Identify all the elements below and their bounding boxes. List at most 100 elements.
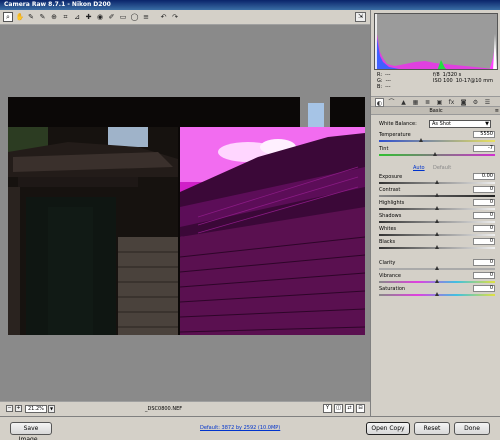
fullscreen-toggle-button[interactable]: ⇲ bbox=[355, 12, 366, 22]
effects-tab-icon[interactable]: fx bbox=[447, 98, 456, 107]
vibrance-thumb[interactable] bbox=[435, 279, 439, 283]
presets-tab-icon[interactable]: ⚙ bbox=[471, 98, 480, 107]
histogram bbox=[374, 13, 498, 70]
canvas-status-bar: − + 21.2% ▼ _DSC0800.NEF Y ◫ ⇄ ⊟ bbox=[0, 401, 370, 416]
adjustment-brush-button[interactable]: ✐ bbox=[107, 12, 117, 22]
whites-thumb[interactable] bbox=[435, 232, 439, 236]
basic-section-header: Basic ≡ bbox=[371, 107, 500, 115]
white-balance-value: As Shot bbox=[432, 121, 451, 127]
clarity-value[interactable]: 0 bbox=[473, 259, 495, 266]
exposure-thumb[interactable] bbox=[435, 180, 439, 184]
vibrance-value[interactable]: 0 bbox=[473, 272, 495, 279]
straighten-tool-button[interactable]: ⊿ bbox=[72, 12, 82, 22]
tint-slider[interactable]: Tint -7 bbox=[379, 145, 495, 159]
default-link[interactable]: Default bbox=[433, 165, 451, 171]
done-button[interactable]: Done bbox=[454, 422, 490, 435]
temperature-value[interactable]: 5550 bbox=[473, 131, 495, 138]
rotate-cw-button[interactable]: ↷ bbox=[170, 12, 180, 22]
temperature-slider[interactable]: Temperature 5550 bbox=[379, 131, 495, 145]
red-eye-tool-button[interactable]: ◉ bbox=[95, 12, 105, 22]
hsl-tab-icon[interactable]: ▦ bbox=[411, 98, 420, 107]
saturation-value[interactable]: 0 bbox=[473, 285, 495, 292]
saturation-thumb[interactable] bbox=[435, 292, 439, 296]
shadows-thumb[interactable] bbox=[435, 219, 439, 223]
before-after-button[interactable]: ◫ bbox=[334, 404, 343, 413]
vibrance-label: Vibrance bbox=[379, 273, 401, 279]
blacks-label: Blacks bbox=[379, 239, 396, 245]
zoom-dropdown-button[interactable]: ▼ bbox=[48, 405, 55, 413]
graduated-filter-button[interactable]: ▭ bbox=[118, 12, 128, 22]
camera-calibration-tab-icon[interactable]: ◙ bbox=[459, 98, 468, 107]
spot-removal-tool-button[interactable]: ✚ bbox=[84, 12, 94, 22]
zoom-in-button[interactable]: + bbox=[15, 405, 22, 412]
saturation-slider[interactable]: Saturation 0 bbox=[379, 285, 495, 299]
blacks-thumb[interactable] bbox=[435, 245, 439, 249]
hand-tool-button[interactable]: ✋ bbox=[15, 12, 25, 22]
tint-track bbox=[379, 154, 495, 156]
exif-readout: f/8 1/320 s ISO 100 10-17@10 mm bbox=[433, 72, 493, 84]
shadows-value[interactable]: 0 bbox=[473, 212, 495, 219]
b-value: --- bbox=[385, 84, 391, 90]
tint-thumb[interactable] bbox=[432, 152, 437, 156]
temperature-thumb[interactable] bbox=[418, 138, 423, 142]
targeted-adjustment-tool-button[interactable]: ⊕ bbox=[49, 12, 59, 22]
view-mode-button[interactable]: Y bbox=[323, 404, 332, 413]
highlights-value[interactable]: 0 bbox=[473, 199, 495, 206]
photo-image bbox=[8, 97, 365, 335]
workflow-options-link[interactable]: Default: 3872 by 2592 (10.0MP) bbox=[200, 425, 280, 431]
white-balance-tool-button[interactable]: ✎ bbox=[26, 12, 36, 22]
zoom-out-button[interactable]: − bbox=[6, 405, 13, 412]
b-label: B: bbox=[377, 84, 383, 90]
section-title: Basic bbox=[429, 108, 443, 114]
contrast-value[interactable]: 0 bbox=[473, 186, 495, 193]
save-image-button[interactable]: Save Image... bbox=[10, 422, 52, 440]
blacks-slider[interactable]: Blacks 0 bbox=[379, 238, 495, 252]
blacks-value[interactable]: 0 bbox=[473, 238, 495, 245]
white-balance-label: White Balance: bbox=[379, 121, 417, 127]
clarity-thumb[interactable] bbox=[435, 266, 439, 270]
whites-label: Whites bbox=[379, 226, 397, 232]
radial-filter-button[interactable]: ◯ bbox=[130, 12, 140, 22]
exposure-value[interactable]: 0.00 bbox=[473, 173, 495, 180]
contrast-thumb[interactable] bbox=[435, 193, 439, 197]
color-sampler-tool-button[interactable]: ✎ bbox=[38, 12, 48, 22]
snapshots-tab-icon[interactable]: ☰ bbox=[483, 98, 492, 107]
shadows-label: Shadows bbox=[379, 213, 402, 219]
zoom-level-field[interactable]: 21.2% bbox=[25, 405, 47, 413]
highlights-label: Highlights bbox=[379, 200, 405, 206]
clarity-label: Clarity bbox=[379, 260, 396, 266]
lens-corrections-tab-icon[interactable]: ▣ bbox=[435, 98, 444, 107]
toggle-settings-button[interactable]: ⊟ bbox=[356, 404, 365, 413]
tone-curve-tab-icon[interactable]: ⌒ bbox=[387, 98, 396, 107]
section-menu-icon[interactable]: ≡ bbox=[495, 107, 499, 115]
adjustments-panel: R: --- G: --- B: --- f/8 1/320 s ISO 100 10-1… bbox=[370, 10, 500, 416]
rotate-ccw-button[interactable]: ↶ bbox=[159, 12, 169, 22]
split-toning-tab-icon[interactable]: ≣ bbox=[423, 98, 432, 107]
swap-settings-button[interactable]: ⇄ bbox=[345, 404, 354, 413]
iso-value: ISO 100 bbox=[433, 78, 453, 84]
crop-tool-button[interactable]: ⌗ bbox=[61, 12, 71, 22]
white-balance-row: White Balance: As Shot ▼ bbox=[379, 120, 495, 128]
open-copy-button[interactable]: Open Copy bbox=[366, 422, 410, 435]
tint-label: Tint bbox=[379, 146, 389, 152]
contrast-label: Contrast bbox=[379, 187, 401, 193]
tool-bar: ⌕ ✋ ✎ ✎ ⊕ ⌗ ⊿ ✚ ◉ ✐ ▭ ◯ ≡ ↶ ↷ ⇲ bbox=[0, 10, 370, 25]
filename-label: _DSC0800.NEF bbox=[145, 406, 183, 412]
window-title: Camera Raw 8.7.1 - Nikon D200 bbox=[0, 0, 500, 10]
panel-tab-strip: ◐ ⌒ ▲ ▦ ≣ ▣ fx ◙ ⚙ ☰ bbox=[371, 96, 500, 107]
preferences-button[interactable]: ≡ bbox=[141, 12, 151, 22]
bottom-bar: Save Image... Default: 3872 by 2592 (10.… bbox=[0, 416, 500, 440]
tint-value[interactable]: -7 bbox=[473, 145, 495, 152]
whites-value[interactable]: 0 bbox=[473, 225, 495, 232]
basic-tab-icon[interactable]: ◐ bbox=[375, 98, 384, 107]
image-canvas[interactable] bbox=[0, 25, 370, 401]
detail-tab-icon[interactable]: ▲ bbox=[399, 98, 408, 107]
lens-value: 10-17@10 mm bbox=[455, 78, 493, 84]
white-balance-select[interactable]: As Shot ▼ bbox=[429, 120, 491, 128]
reset-button[interactable]: Reset bbox=[414, 422, 450, 435]
highlights-thumb[interactable] bbox=[435, 206, 439, 210]
zoom-tool-button[interactable]: ⌕ bbox=[3, 12, 13, 22]
histogram-graph bbox=[375, 14, 497, 69]
photo-preview bbox=[8, 97, 365, 335]
auto-link[interactable]: Auto bbox=[413, 165, 425, 171]
